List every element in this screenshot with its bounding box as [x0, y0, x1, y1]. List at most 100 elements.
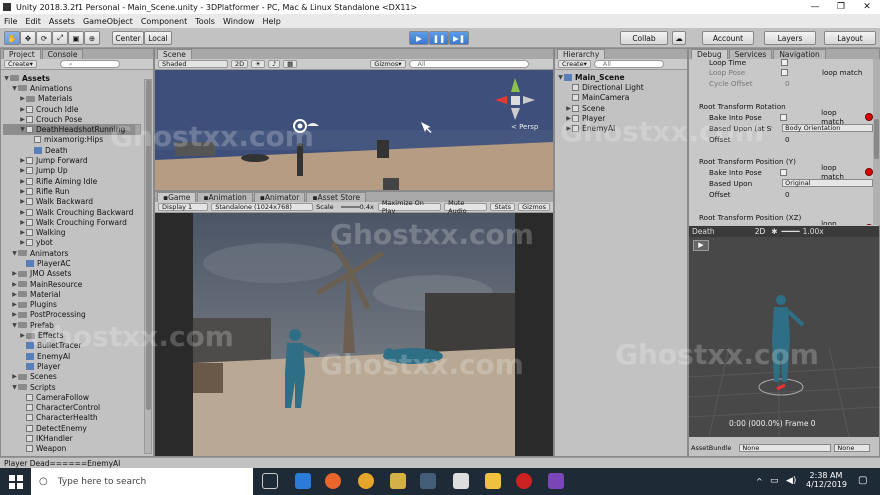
collapse-arrow-icon[interactable]: ▶ [11, 311, 18, 318]
hierarchy-item[interactable]: MainCamera [557, 93, 685, 103]
collapse-arrow-icon[interactable]: ▶ [565, 125, 572, 132]
edge-browser-icon[interactable] [295, 473, 311, 489]
inspector-scrollbar[interactable] [873, 59, 880, 225]
project-item[interactable]: ▶ Jump Forward [3, 155, 141, 165]
shading-mode-dropdown[interactable]: Shaded [158, 60, 228, 68]
game-viewport[interactable] [193, 213, 515, 456]
cloud-icon[interactable]: ☁ [672, 31, 686, 45]
resolution-dropdown[interactable]: Standalone (1024x768) [211, 203, 314, 211]
checkbox[interactable] [780, 113, 788, 121]
hierarchy-item[interactable]: ▶ Player [557, 113, 685, 123]
project-item[interactable]: ▼ DeathHeadshotRunning [3, 124, 141, 135]
folder-app-icon[interactable] [390, 473, 406, 489]
expand-arrow-icon[interactable]: ▼ [11, 384, 18, 391]
expand-arrow-icon[interactable]: ▼ [11, 85, 18, 92]
scene-viewport[interactable]: < Persp [155, 70, 553, 190]
status-bar[interactable]: Player Dead======EnemyAI [0, 457, 880, 468]
collapse-arrow-icon[interactable]: ▶ [19, 209, 26, 216]
tab-asset-store[interactable]: ▪ Asset Store [306, 192, 367, 202]
play-button[interactable]: ▶ [409, 31, 429, 45]
scene-lighting-icon[interactable]: ☀ [251, 60, 265, 68]
preview-pivot-icon[interactable]: ✱ [771, 227, 777, 236]
project-item[interactable]: ▼ Prefab [3, 320, 141, 330]
mode-2d-toggle[interactable]: 2D [231, 60, 249, 68]
hierarchy-scene-row[interactable]: ▼ Main_Scene [557, 72, 685, 82]
project-item[interactable]: ▶ Crouch Pose [3, 114, 141, 124]
step-button[interactable]: ▶❚ [449, 31, 469, 45]
collapse-arrow-icon[interactable]: ▶ [565, 105, 572, 112]
hierarchy-create-button[interactable]: Create ▾ [558, 60, 591, 68]
scene-gizmos-dropdown[interactable]: Gizmos ▾ [370, 60, 406, 68]
pivot-center-button[interactable]: Center [112, 31, 144, 45]
scale-tool-icon[interactable]: ⤢ [52, 31, 68, 45]
layout-dropdown[interactable]: Layout [824, 31, 876, 45]
tab-animator[interactable]: ▪ Animator [253, 192, 306, 202]
tab-project[interactable]: Project [3, 49, 41, 59]
menu-help[interactable]: Help [263, 17, 281, 26]
collapse-arrow-icon[interactable]: ▶ [19, 157, 26, 164]
collapse-arrow-icon[interactable]: ▶ [19, 198, 26, 205]
project-item[interactable]: Player [3, 361, 141, 371]
expand-arrow-icon[interactable]: ▼ [3, 75, 10, 82]
collapse-arrow-icon[interactable]: ▶ [11, 281, 18, 288]
windows-start-button[interactable] [0, 468, 31, 495]
collapse-arrow-icon[interactable]: ▶ [19, 178, 26, 185]
menu-component[interactable]: Component [141, 17, 187, 26]
maximize-on-play-toggle[interactable]: Maximize On Play [377, 199, 442, 215]
preview-speed-slider[interactable]: ━━━━ [782, 227, 800, 236]
tray-chevron-icon[interactable]: ^ [756, 477, 763, 486]
expand-arrow-icon[interactable]: ▼ [557, 74, 564, 81]
collab-button[interactable]: Collab [620, 31, 668, 45]
pause-button[interactable]: ❚❚ [429, 31, 449, 45]
project-item[interactable]: CharacterHealth [3, 413, 141, 423]
scene-audio-icon[interactable]: ♪ [267, 60, 281, 68]
collapse-arrow-icon[interactable]: ▶ [19, 229, 26, 236]
preview-2d-toggle[interactable]: 2D [755, 227, 766, 236]
project-item[interactable]: IKHandler [3, 433, 141, 443]
project-item[interactable]: BulletTracer [3, 341, 141, 351]
project-item[interactable]: EnemyAI [3, 351, 141, 361]
assetbundle-variant-dropdown[interactable]: None [834, 444, 871, 452]
project-item[interactable]: ▶ ybot [3, 238, 141, 248]
animation-preview-view[interactable]: ▶ 0:00 (000.0%) Frame 0 [689, 237, 879, 437]
project-item[interactable]: ▶ Crouch Idle [3, 104, 141, 114]
project-item[interactable]: ▼ Scripts [3, 382, 141, 392]
project-item[interactable]: ▶ PostProcessing [3, 310, 141, 320]
maximize-icon[interactable]: ❐ [828, 0, 854, 14]
project-create-button[interactable]: Create ▾ [4, 60, 37, 68]
project-item[interactable]: CharacterControl [3, 403, 141, 413]
field-value[interactable]: 0 [785, 79, 790, 88]
project-item[interactable]: DetectEnemy [3, 423, 141, 433]
tab-game[interactable]: ▪ Game [157, 192, 197, 202]
checkbox[interactable] [780, 168, 788, 176]
assetbundle-name-dropdown[interactable]: None [739, 444, 832, 452]
volume-icon[interactable]: ◀) [786, 476, 796, 486]
project-item[interactable]: ▶ Plugins [3, 300, 141, 310]
display-dropdown[interactable]: Display 1 [158, 203, 209, 211]
close-icon[interactable]: ✕ [854, 0, 880, 14]
recorder-icon[interactable] [516, 473, 532, 489]
project-item[interactable]: ▼ Assets [3, 73, 141, 83]
minimize-icon[interactable]: — [802, 0, 828, 14]
project-item[interactable]: PlayerAC [3, 258, 141, 268]
project-item[interactable]: mixamorig:Hips [3, 135, 141, 145]
pivot-local-button[interactable]: Local [144, 31, 172, 45]
checkbox[interactable] [781, 59, 788, 66]
game-gizmos-dropdown[interactable]: Gizmos [518, 203, 551, 211]
mute-audio-toggle[interactable]: Mute Audio [444, 199, 488, 215]
firefox-icon[interactable] [325, 473, 341, 489]
collapse-arrow-icon[interactable]: ▶ [19, 219, 26, 226]
collapse-arrow-icon[interactable]: ▶ [19, 106, 26, 113]
checkbox[interactable] [781, 68, 788, 76]
tab-scene[interactable]: Scene [157, 49, 192, 59]
photos-icon[interactable] [420, 473, 436, 489]
collapse-arrow-icon[interactable]: ▶ [19, 167, 26, 174]
collapse-arrow-icon[interactable]: ▶ [11, 373, 18, 380]
menu-file[interactable]: File [4, 17, 17, 26]
hierarchy-item[interactable]: Directional Light [557, 82, 685, 92]
project-scroll-thumb[interactable] [146, 80, 151, 410]
project-item[interactable]: ▶ Scenes [3, 372, 141, 382]
collapse-arrow-icon[interactable]: ▶ [11, 301, 18, 308]
hierarchy-search-input[interactable]: All [593, 60, 664, 68]
tab-console[interactable]: Console [41, 49, 84, 59]
